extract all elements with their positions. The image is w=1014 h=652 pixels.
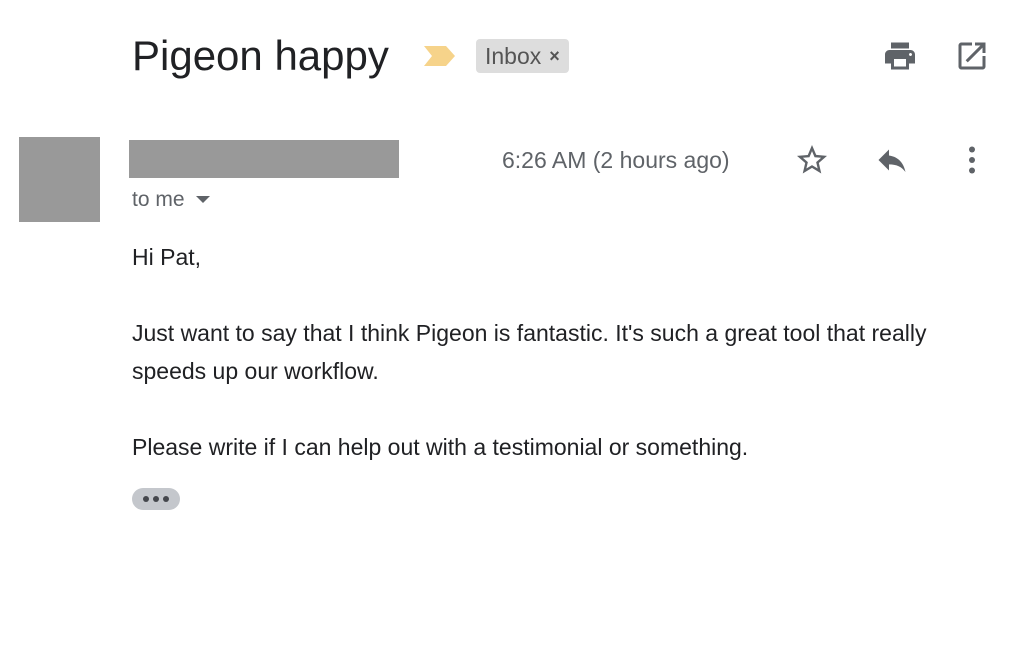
chevron-down-icon	[195, 196, 210, 203]
message-timestamp: 6:26 AM (2 hours ago)	[502, 147, 730, 173]
inbox-label-chip: Inbox ×	[476, 39, 569, 73]
ellipsis-dot	[153, 496, 159, 502]
open-in-new-icon[interactable]	[954, 38, 990, 74]
remove-label-icon[interactable]: ×	[549, 46, 560, 67]
print-icon[interactable]	[882, 38, 918, 74]
body-greeting: Hi Pat,	[132, 244, 202, 270]
ellipsis-dot	[163, 496, 169, 502]
importance-marker-icon[interactable]	[424, 44, 456, 68]
recipients-toggle[interactable]: to me	[132, 186, 211, 214]
star-icon[interactable]	[794, 142, 830, 178]
more-options-icon[interactable]	[954, 142, 990, 178]
sender-name-redacted[interactable]	[129, 140, 399, 178]
reply-icon[interactable]	[874, 142, 910, 178]
body-paragraph: Please write if I can help out with a te…	[132, 434, 749, 460]
email-subject: Pigeon happy	[132, 32, 389, 79]
sender-avatar[interactable]	[19, 137, 100, 222]
ellipsis-dot	[143, 496, 149, 502]
message-body: Hi Pat, Just want to say that I think Pi…	[132, 238, 982, 466]
recipients-text: to me	[132, 188, 185, 211]
show-trimmed-content-button[interactable]	[132, 488, 180, 510]
body-paragraph: Just want to say that I think Pigeon is …	[132, 320, 927, 384]
label-chip-text: Inbox	[485, 42, 542, 69]
